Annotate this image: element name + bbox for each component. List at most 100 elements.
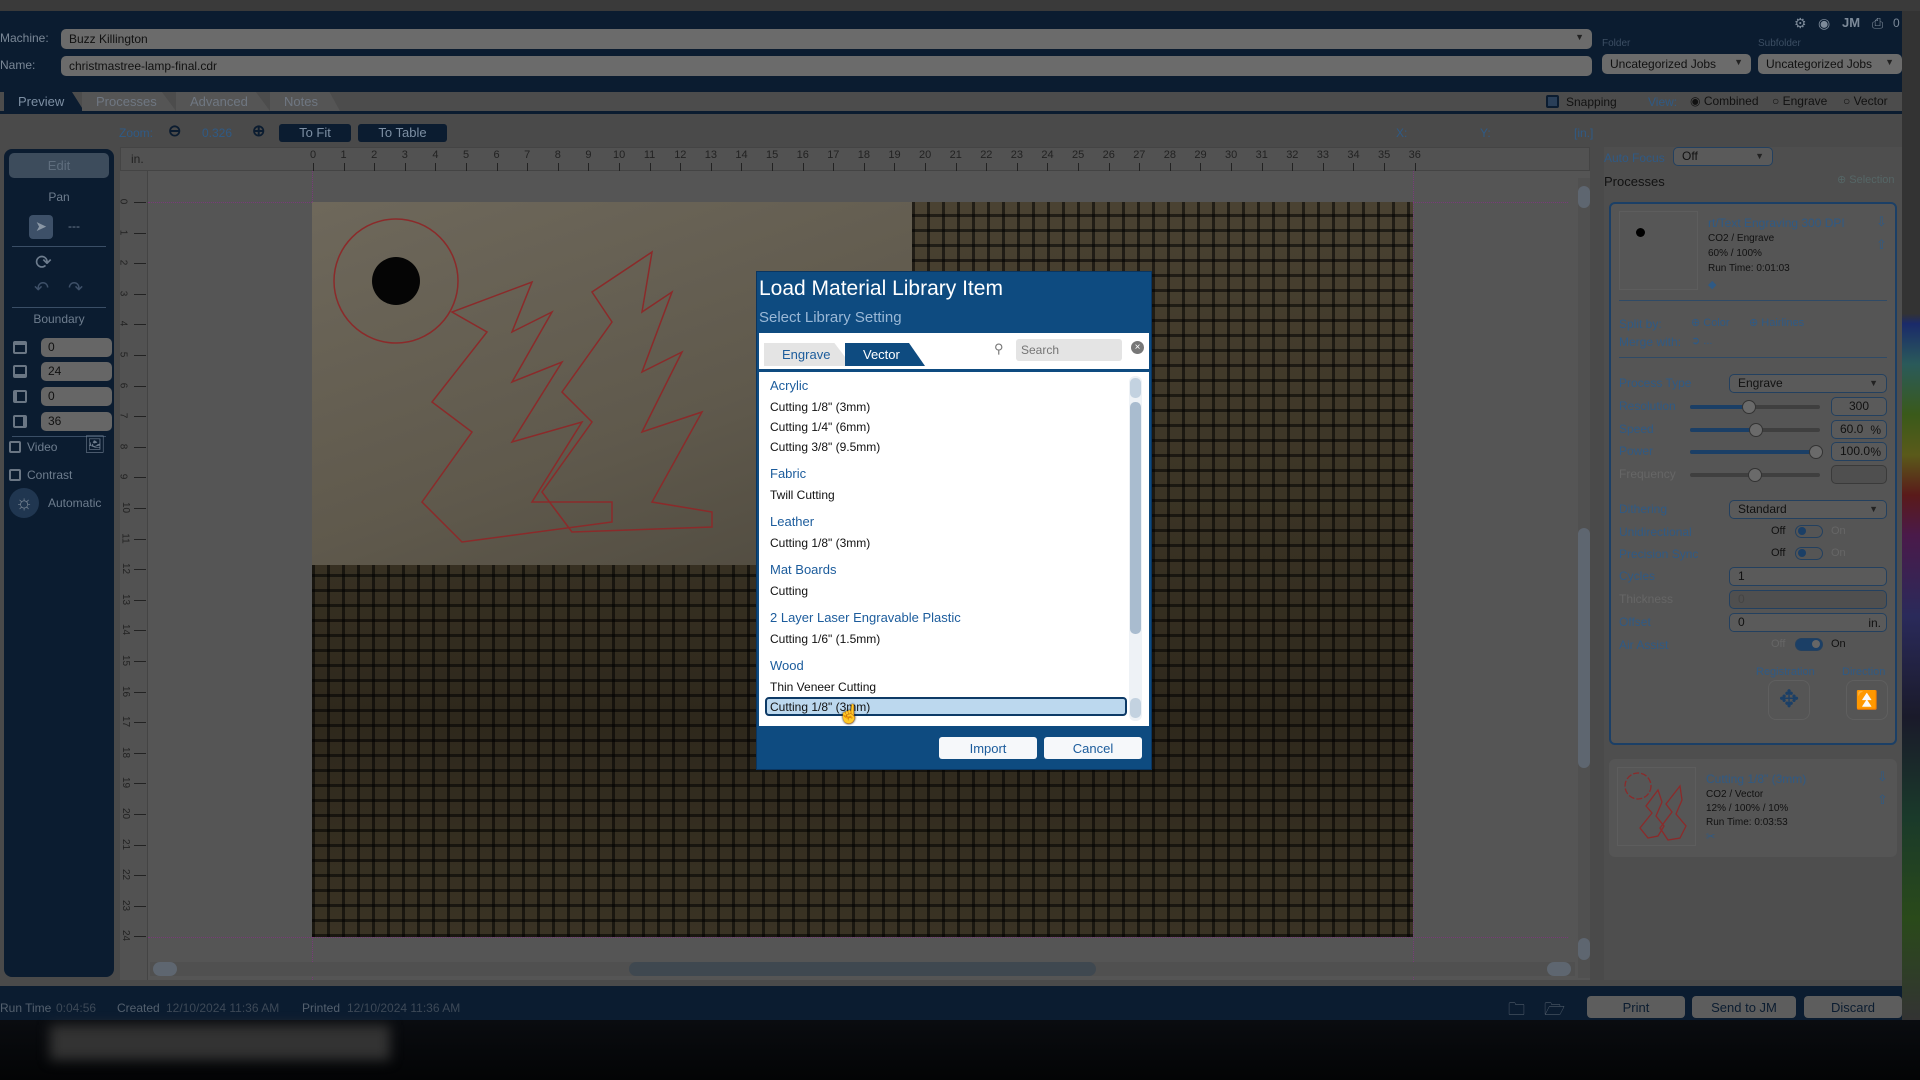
merge-with-button[interactable]: ➲ ... — [1691, 334, 1712, 347]
tab-preview[interactable]: Preview — [4, 92, 84, 111]
resolution-slider[interactable] — [1690, 400, 1820, 414]
image-zoom-icon[interactable]: 🖼 — [84, 435, 106, 455]
add-selection-button[interactable]: ⊕ Selection — [1837, 173, 1895, 186]
vertical-scrollbar[interactable] — [1578, 178, 1590, 978]
horizontal-scrollbar[interactable] — [150, 962, 1575, 976]
power-slider[interactable] — [1690, 445, 1824, 459]
folder-select[interactable]: Uncategorized Jobs ▼ — [1602, 54, 1751, 74]
library-item[interactable]: Twill Cutting — [770, 488, 835, 502]
scroll-up-button[interactable] — [1130, 378, 1141, 398]
unidirectional-toggle[interactable] — [1795, 525, 1823, 538]
zoom-in-icon[interactable]: ⊕ — [252, 121, 265, 141]
ruler-tick-label: 30 — [1225, 149, 1238, 161]
discard-button[interactable]: Discard — [1804, 996, 1902, 1018]
library-item[interactable]: Cutting 1/6" (1.5mm) — [770, 632, 880, 646]
search-input[interactable] — [1016, 339, 1122, 361]
precision-sync-toggle[interactable] — [1795, 547, 1823, 560]
scroll-up-button[interactable] — [1578, 186, 1590, 208]
redo-icon[interactable]: ↷ — [68, 278, 83, 299]
process-type-label: Process Type — [1619, 376, 1692, 390]
registration-crosshair-icon[interactable]: ✥ — [1768, 680, 1810, 720]
to-fit-button[interactable]: To Fit — [279, 124, 351, 142]
scroll-down-button[interactable] — [1130, 698, 1141, 718]
cycles-input[interactable]: 1 — [1729, 567, 1887, 586]
clear-search-icon[interactable]: × — [1131, 341, 1144, 354]
tab-vector[interactable]: Vector — [845, 343, 925, 366]
speed-input[interactable]: 60.0% — [1831, 420, 1887, 439]
slider-handle[interactable] — [1809, 445, 1824, 459]
ruler-tick-label: 29 — [1194, 149, 1207, 161]
process-card-vector[interactable]: Cutting 1/8" (3mm) CO2 / Vector 12% / 10… — [1609, 759, 1897, 857]
boundary-right-input[interactable]: 36 — [41, 412, 112, 431]
send-to-jm-button[interactable]: Send to JM — [1692, 996, 1796, 1018]
split-by-hairlines-button[interactable]: ⊕ Hairlines — [1749, 316, 1804, 329]
load-from-library-icon[interactable]: ⇩ — [1876, 214, 1887, 230]
boundary-bottom-input[interactable]: 24 — [41, 362, 112, 381]
pointer-tool-icon[interactable]: ➤ — [29, 215, 53, 239]
job-name-input[interactable]: christmastree-lamp-final.cdr — [61, 56, 1592, 76]
to-table-button[interactable]: To Table — [358, 124, 447, 142]
refresh-icon[interactable]: ⟳ — [35, 250, 52, 275]
save-to-library-icon[interactable]: ⇧ — [1877, 792, 1888, 808]
speed-slider[interactable] — [1690, 423, 1820, 437]
printer-icon[interactable]: ⎙ — [1872, 15, 1883, 32]
auto-focus-select[interactable]: Off ▼ — [1673, 147, 1773, 166]
dithering-select[interactable]: Standard ▼ — [1729, 500, 1887, 519]
subfolder-select[interactable]: Uncategorized Jobs ▼ — [1758, 54, 1902, 74]
save-to-library-icon[interactable]: ⇧ — [1876, 237, 1887, 253]
job-manager-icon[interactable]: JM — [1842, 15, 1860, 30]
slider-fill — [1690, 405, 1749, 409]
library-item[interactable]: Cutting — [770, 584, 808, 598]
zoom-out-icon[interactable]: ⊖ — [168, 121, 181, 141]
offset-input[interactable]: 0 in. — [1729, 613, 1887, 632]
resolution-input[interactable]: 300 — [1831, 397, 1887, 416]
brightness-icon[interactable]: ☼ — [9, 488, 39, 518]
slider-handle[interactable] — [1741, 400, 1756, 414]
view-radio-engrave[interactable]: ○ Engrave — [1772, 94, 1827, 108]
scroll-left-button[interactable] — [153, 962, 177, 976]
machine-select[interactable]: Buzz Killington ▼ — [61, 29, 1592, 49]
ruler-tick — [1139, 163, 1141, 171]
scrollbar-thumb[interactable] — [1578, 528, 1590, 768]
scrollbar-thumb[interactable] — [629, 962, 1096, 976]
boundary-top-input[interactable]: 0 — [41, 338, 112, 357]
split-by-color-button[interactable]: ⊕ Color — [1691, 316, 1730, 329]
load-from-library-icon[interactable]: ⇩ — [1877, 769, 1888, 785]
precision-sync-label: Precision Sync — [1619, 547, 1699, 561]
cancel-button[interactable]: Cancel — [1044, 737, 1142, 759]
boundary-left-input[interactable]: 0 — [41, 387, 112, 406]
power-input[interactable]: 100.0% — [1831, 442, 1887, 461]
air-assist-toggle[interactable] — [1795, 638, 1823, 651]
undo-icon[interactable]: ↶ — [34, 278, 49, 299]
list-scrollbar[interactable] — [1129, 376, 1142, 721]
process-type-select[interactable]: Engrave ▼ — [1729, 374, 1887, 393]
scroll-down-button[interactable] — [1578, 938, 1590, 960]
tab-advanced[interactable]: Advanced — [176, 92, 270, 111]
slider-handle[interactable] — [1749, 423, 1764, 437]
process-card-engrave[interactable]: rt/Text Engraving 300 DPI CO2 / Engrave … — [1609, 202, 1897, 745]
ruler-tick-label: 28 — [1163, 149, 1177, 161]
video-checkbox[interactable] — [9, 441, 21, 453]
tab-notes[interactable]: Notes — [270, 92, 340, 111]
direction-up-icon[interactable]: ⏫ — [1846, 680, 1888, 720]
scroll-right-button[interactable] — [1547, 962, 1571, 976]
print-button[interactable]: Print — [1587, 996, 1685, 1018]
tab-engrave[interactable]: Engrave — [764, 343, 852, 366]
library-item[interactable]: Cutting 1/4" (6mm) — [770, 420, 870, 434]
library-item[interactable]: Cutting 3/8" (9.5mm) — [770, 440, 880, 454]
contrast-checkbox[interactable] — [9, 469, 21, 481]
tab-processes[interactable]: Processes — [82, 92, 176, 111]
edit-button[interactable]: Edit — [9, 153, 109, 178]
auto-focus-label: Auto Focus — [1604, 151, 1665, 165]
fill-icon: ◆ — [1708, 279, 1717, 291]
library-item[interactable]: Thin Veneer Cutting — [770, 680, 876, 694]
snapping-checkbox[interactable] — [1546, 95, 1559, 108]
view-radio-combined[interactable]: ◉ Combined — [1690, 94, 1759, 108]
library-item[interactable]: Cutting 1/8" (3mm) — [770, 536, 870, 550]
scrollbar-thumb[interactable] — [1130, 402, 1141, 634]
view-radio-vector[interactable]: ○ Vector — [1843, 94, 1888, 108]
import-button[interactable]: Import — [939, 737, 1037, 759]
library-item[interactable]: Cutting 1/8" (3mm) — [770, 400, 870, 414]
pulse-icon[interactable]: ◉ — [1818, 15, 1830, 32]
gear-icon[interactable]: ⚙ — [1794, 15, 1807, 32]
